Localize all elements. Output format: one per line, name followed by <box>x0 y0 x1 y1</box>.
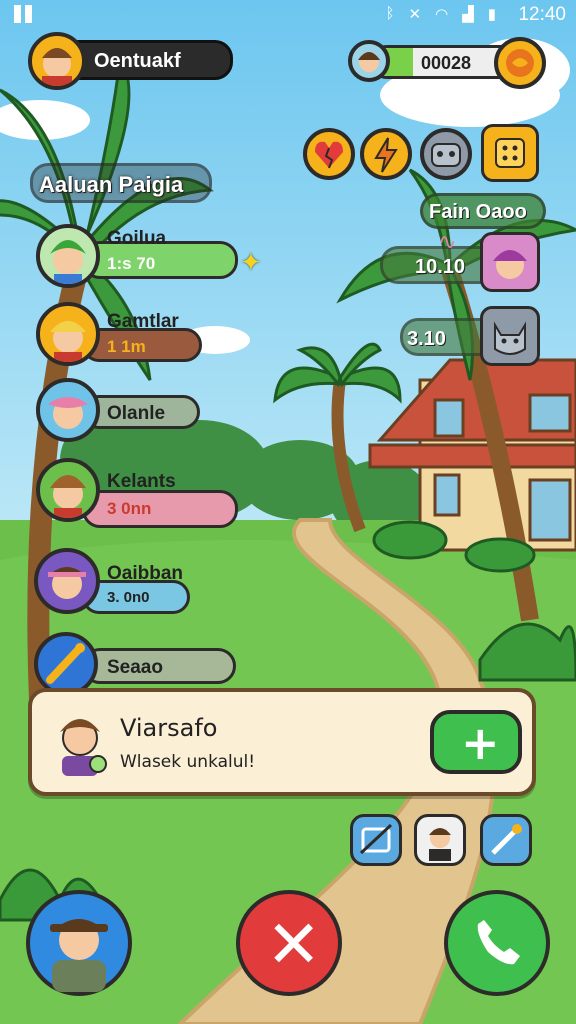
clock: 12:40 <box>518 4 566 25</box>
friend-avatar <box>36 224 100 288</box>
friend-value: 1 1m <box>107 337 146 356</box>
lightning-icon[interactable] <box>360 128 412 180</box>
friend-avatar <box>36 378 100 442</box>
wifi-icon: ◠ <box>435 6 449 23</box>
close-icon: ✕ <box>266 906 322 983</box>
robot-face-icon[interactable] <box>420 128 472 180</box>
pause-icon <box>14 5 36 23</box>
invite-card[interactable]: Viarsafo Wlasek unkalul! + <box>28 688 536 796</box>
sword-icon <box>34 632 98 696</box>
status-icons: ᛒ ✕ ◠ ▟ ▮ <box>386 5 497 23</box>
friend-plate: Goilua 1:s 70 <box>82 228 238 279</box>
player-avatar[interactable] <box>28 32 86 90</box>
mute-icon: ✕ <box>408 6 422 23</box>
right-entry-value: 3.10 <box>407 328 446 350</box>
battery-icon: ▮ <box>487 6 496 23</box>
invite-avatar <box>48 704 112 776</box>
section-title-plate: Aaluan Paigia <box>30 163 212 203</box>
friend-name: Olanle <box>107 403 166 424</box>
dice-icon[interactable] <box>481 124 539 182</box>
friend-value: 3 0nn <box>107 499 152 518</box>
currency-value: 00028 <box>421 53 472 73</box>
friend-plate: Seaao <box>82 648 236 684</box>
friend-avatar <box>480 232 540 292</box>
magic-wand-button[interactable] <box>480 814 532 866</box>
friend-name: Seaao <box>107 657 163 678</box>
invite-title: Viarsafo <box>120 714 218 742</box>
right-entry-value: 10.10 <box>415 256 466 278</box>
sparkle-icon: ✦ <box>240 248 262 278</box>
friend-plate: Kelants 3 0nn <box>82 471 238 528</box>
friend-name: Goilua <box>107 228 167 249</box>
worm-icon: ∿ <box>438 230 457 255</box>
right-label: Fain Oaoo <box>429 201 527 223</box>
player-name: Oentuakf <box>94 50 181 72</box>
friend-avatar <box>34 548 100 614</box>
status-bar: ᛒ ✕ ◠ ▟ ▮ 12:40 <box>0 0 576 30</box>
signal-icon: ▟ <box>462 6 474 23</box>
no-image-button[interactable] <box>350 814 402 866</box>
friend-name: Oaibban <box>107 563 184 584</box>
friend-plate: Gamtlar 1 1m <box>82 311 202 362</box>
friend-profile-button[interactable] <box>414 814 466 866</box>
friend-avatar <box>36 458 100 522</box>
bluetooth-icon: ᛒ <box>385 5 395 22</box>
cat-avatar <box>480 306 540 366</box>
call-button[interactable] <box>444 890 550 996</box>
broken-heart-icon[interactable] <box>303 128 355 180</box>
plus-icon: + <box>461 716 500 770</box>
add-friend-button[interactable]: + <box>430 710 522 774</box>
friend-avatar-small[interactable] <box>348 40 390 82</box>
coin-icon[interactable] <box>494 37 546 89</box>
right-label-plate: Fain Oaoo <box>420 193 546 229</box>
friend-value: 1:s 70 <box>107 254 156 273</box>
friend-name: Gamtlar <box>107 311 179 332</box>
friend-value: 3. 0n0 <box>107 589 150 606</box>
friend-avatar <box>36 302 100 366</box>
profile-button[interactable] <box>26 890 132 996</box>
section-title: Aaluan Paigia <box>39 172 184 197</box>
decline-button[interactable]: ✕ <box>236 890 342 996</box>
invite-subtitle: Wlasek unkalul! <box>120 752 256 772</box>
friend-name: Kelants <box>107 471 176 492</box>
